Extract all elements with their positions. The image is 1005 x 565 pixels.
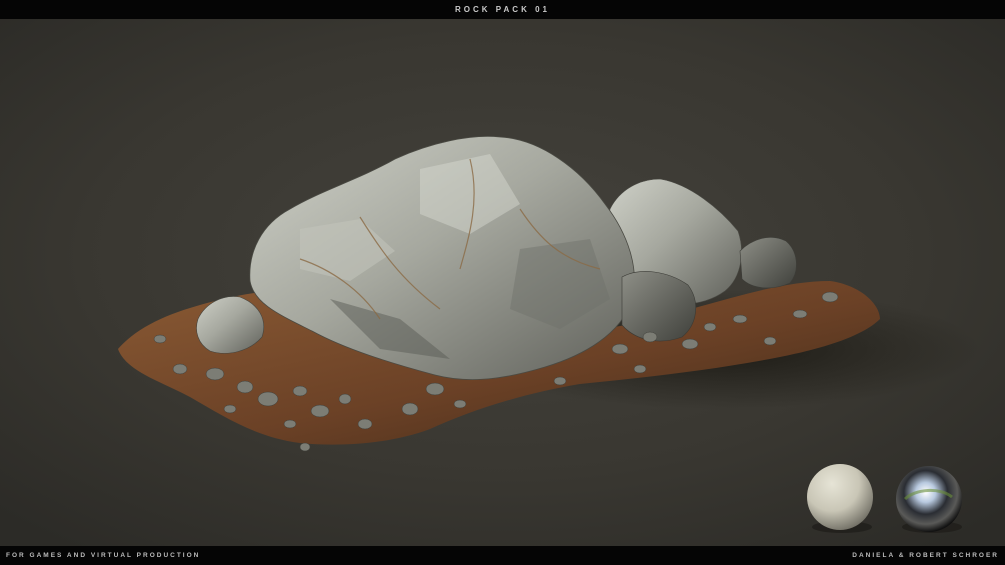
footer-bar: FOR GAMES AND VIRTUAL PRODUCTION DANIELA… — [0, 546, 1005, 565]
render-viewport — [0, 19, 1005, 546]
footer-tagline: FOR GAMES AND VIRTUAL PRODUCTION — [6, 552, 201, 559]
title-bar: ROCK PACK 01 — [0, 0, 1005, 19]
footer-credits: DANIELA & ROBERT SCHROER — [852, 552, 999, 559]
far-right-rock — [739, 237, 797, 289]
matte-sphere — [807, 464, 873, 530]
page-title: ROCK PACK 01 — [455, 5, 550, 14]
render-frame: ROCK PACK 01 FOR GAMES AND VIRTUAL PRODU… — [0, 0, 1005, 565]
